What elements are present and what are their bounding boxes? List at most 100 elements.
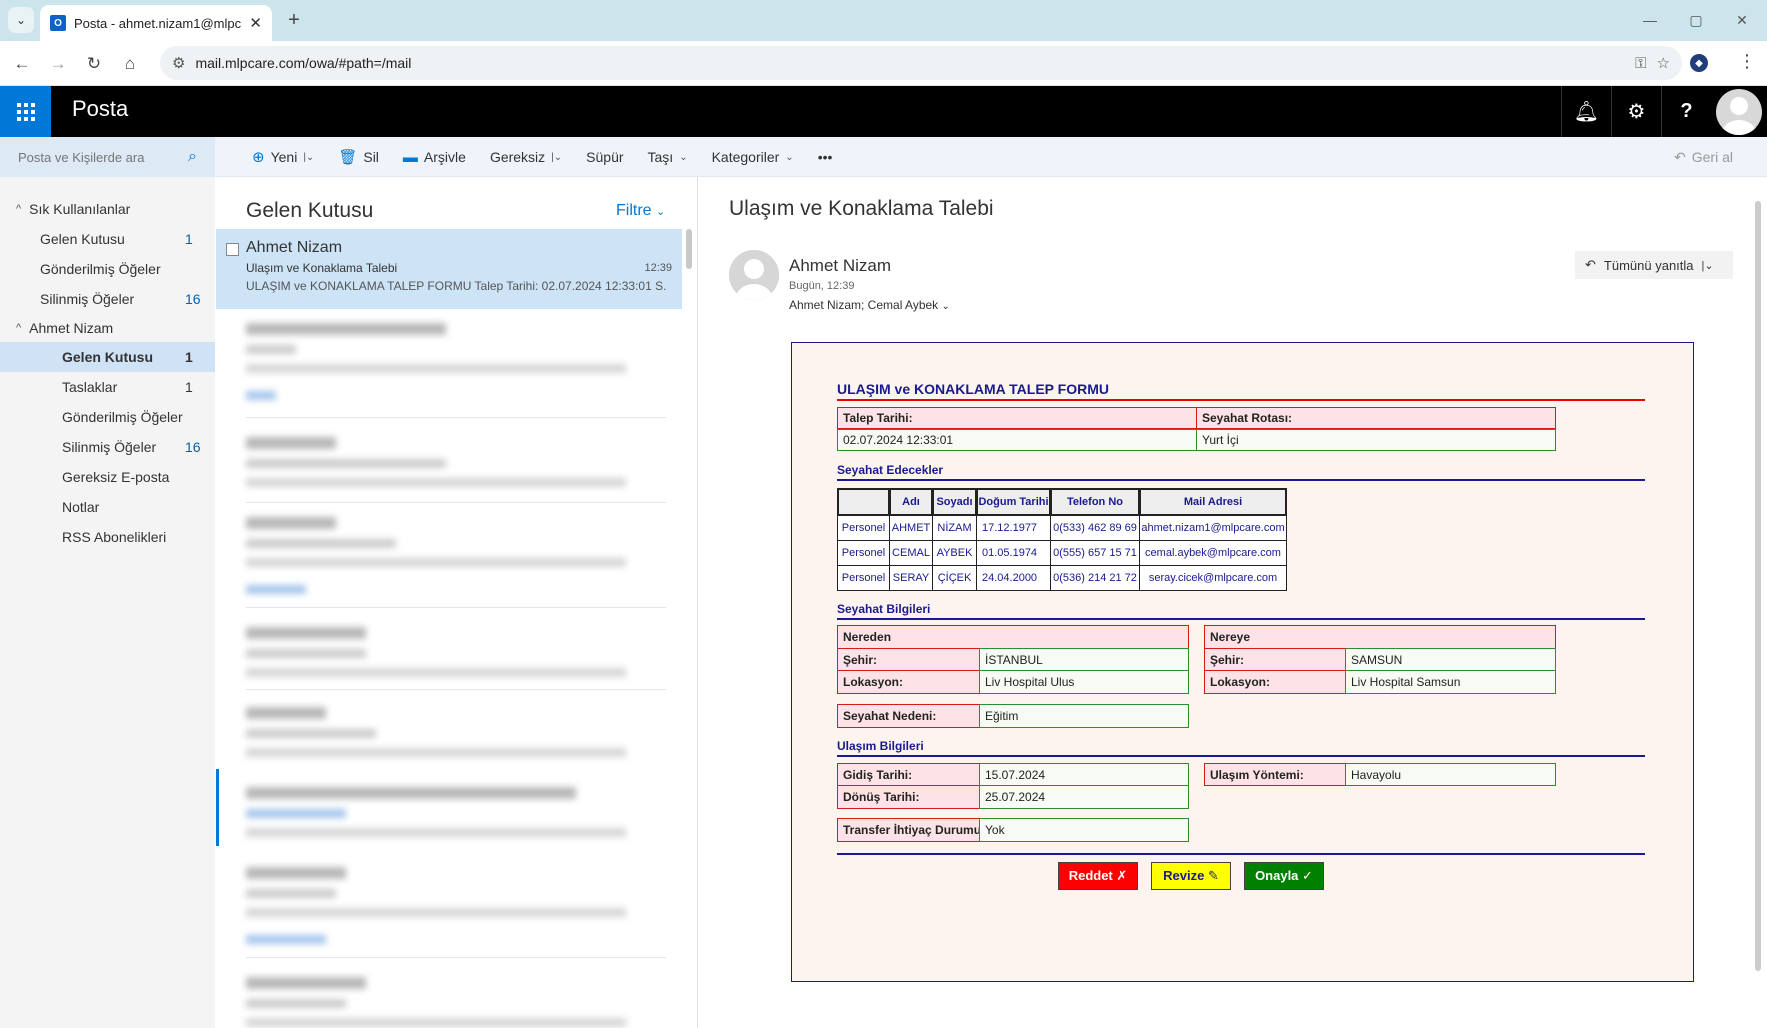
folder-item-drafts[interactable]: Taslaklar 1 <box>0 372 215 402</box>
favorites-item-inbox[interactable]: Gelen Kutusu 1 <box>0 224 215 254</box>
table-cell: 17.12.1977 <box>976 515 1051 541</box>
folder-item-deleted[interactable]: Silinmiş Öğeler 16 <box>0 432 215 462</box>
sender-avatar[interactable] <box>729 250 779 300</box>
revise-button[interactable]: Revize ✎ <box>1151 862 1231 890</box>
list-item[interactable] <box>216 423 682 503</box>
favorites-item-sent[interactable]: Gönderilmiş Öğeler <box>0 254 215 284</box>
junk-button[interactable]: Gereksiz |⌄ <box>478 137 574 177</box>
message-subject-heading: Ulaşım ve Konaklama Talebi <box>729 197 994 220</box>
recipients[interactable]: Ahmet Nizam; Cemal Aybek ⌄ <box>789 298 950 312</box>
move-button[interactable]: Taşı ⌄ <box>636 137 700 177</box>
sent-time: Bugün, 12:39 <box>789 280 855 292</box>
user-avatar[interactable] <box>1714 89 1764 135</box>
departure-value: 15.07.2024 <box>979 763 1189 786</box>
chevron-down-icon[interactable]: |⌄ <box>1702 259 1714 272</box>
filter-button[interactable]: Filtre ⌄ <box>616 202 665 220</box>
message-preview: ULAŞIM ve KONAKLAMA TALEP FORMU Talep Ta… <box>246 279 666 293</box>
table-cell[interactable]: cemal.aybek@mlpcare.com <box>1139 540 1287 566</box>
table-cell: 0(555) 657 15 71 <box>1050 540 1140 566</box>
new-tab-button[interactable]: + <box>282 8 306 32</box>
tab-search-button[interactable]: ⌄ <box>8 7 34 33</box>
browser-tab[interactable]: O Posta - ahmet.nizam1@mlpcare.com ✕ <box>40 5 272 41</box>
home-icon[interactable]: ⌂ <box>116 50 144 78</box>
account-group[interactable]: ^ Ahmet Nizam <box>0 313 215 343</box>
folder-item-rss[interactable]: RSS Abonelikleri <box>0 522 215 552</box>
chevron-down-icon[interactable]: |⌄ <box>551 152 562 163</box>
forward-icon[interactable]: → <box>44 50 72 78</box>
list-item[interactable] <box>216 613 682 693</box>
talep-tarihi-value: 02.07.2024 12:33:01 <box>837 429 1197 451</box>
nav-label: Taslaklar <box>62 379 118 395</box>
table-header: Doğum Tarihi <box>976 488 1051 516</box>
maximize-icon[interactable]: ▢ <box>1676 8 1716 32</box>
more-commands-button[interactable]: ••• <box>806 137 845 177</box>
reject-button[interactable]: Reddet ✗ <box>1058 862 1138 890</box>
sweep-button[interactable]: Süpür <box>574 137 635 177</box>
minimize-icon[interactable]: — <box>1630 8 1670 32</box>
select-checkbox[interactable] <box>226 243 239 256</box>
nav-label: Gereksiz E-posta <box>62 469 170 485</box>
sweep-label: Süpür <box>586 149 624 165</box>
help-icon[interactable]: ? <box>1661 86 1711 137</box>
reload-icon[interactable]: ↻ <box>80 50 108 78</box>
list-item-selected[interactable]: Ahmet Nizam Ulaşım ve Konaklama Talebi U… <box>216 229 682 309</box>
list-item[interactable] <box>216 693 682 773</box>
table-cell[interactable]: seray.cicek@mlpcare.com <box>1139 565 1287 591</box>
folder-item-notes[interactable]: Notlar <box>0 492 215 522</box>
site-info-icon[interactable]: ⚙ <box>172 54 185 72</box>
favorites-item-deleted[interactable]: Silinmiş Öğeler 16 <box>0 284 215 314</box>
list-item[interactable] <box>216 963 682 1028</box>
new-button[interactable]: ⊕ Yeni |⌄ <box>240 137 326 177</box>
delete-button[interactable]: 🗑︎ Sil <box>326 137 391 177</box>
favorites-group[interactable]: ^ Sık Kullanılanlar <box>0 194 215 224</box>
search-box[interactable]: ⌕ <box>0 137 215 177</box>
transport-title: Ulaşım Bilgileri <box>837 739 1645 757</box>
chevron-down-icon[interactable]: |⌄ <box>303 152 314 163</box>
reply-all-button[interactable]: ↶ Tümünü yanıtla |⌄ <box>1575 251 1733 279</box>
folder-pane: ^ Sık Kullanılanlar Gelen Kutusu 1 Gönderi… <box>0 177 215 1028</box>
command-list: ⊕ Yeni |⌄ 🗑︎ Sil ▬ Arşivle Gereksiz |⌄ Süpür … <box>240 137 844 177</box>
account-label: Ahmet Nizam <box>29 320 114 336</box>
list-divider <box>246 607 666 608</box>
archive-button[interactable]: ▬ Arşivle <box>391 137 478 177</box>
folder-item-inbox[interactable]: Gelen Kutusu 1 <box>0 342 215 372</box>
search-icon[interactable]: ⌕ <box>188 148 197 166</box>
table-header: Telefon No <box>1050 488 1140 516</box>
address-bar[interactable]: ⚙ mail.mlpcare.com/owa/#path=/mail ⚿ ☆ <box>160 46 1682 80</box>
star-icon[interactable]: ☆ <box>1657 54 1670 72</box>
list-item[interactable] <box>216 309 682 400</box>
categories-button[interactable]: Kategoriler ⌄ <box>700 137 806 177</box>
extension-icon[interactable]: ◆ <box>1690 54 1708 72</box>
table-header: Soyadı <box>932 488 977 516</box>
url-text[interactable]: mail.mlpcare.com/owa/#path=/mail <box>195 55 1625 71</box>
expand-icon[interactable]: ⌄ <box>942 301 950 312</box>
sender-name[interactable]: Ahmet Nizam <box>789 256 891 276</box>
browser-tab-bar: ⌄ O Posta - ahmet.nizam1@mlpcare.com ✕ +… <box>0 0 1767 41</box>
travelers-title: Seyahat Edecekler <box>837 463 1645 481</box>
window-close-icon[interactable]: ✕ <box>1722 8 1762 32</box>
action-divider <box>837 853 1645 855</box>
key-icon[interactable]: ⚿ <box>1635 55 1646 72</box>
gear-icon[interactable]: ⚙ <box>1611 86 1661 137</box>
bell-icon[interactable]: 🔔︎ <box>1561 86 1611 137</box>
list-item[interactable] <box>216 503 682 594</box>
table-cell[interactable]: ahmet.nizam1@mlpcare.com <box>1139 515 1287 541</box>
chevron-up-icon: ^ <box>16 322 22 334</box>
approve-button[interactable]: Onayla ✓ <box>1244 862 1324 890</box>
move-label: Taşı <box>647 149 674 165</box>
more-vert-icon[interactable]: ⋮ <box>1738 51 1756 72</box>
search-input[interactable] <box>18 149 183 165</box>
list-item[interactable] <box>216 853 682 944</box>
undo-button[interactable]: ↶ Geri al <box>1674 149 1733 166</box>
plus-circle-icon: ⊕ <box>252 149 265 166</box>
folder-item-sent[interactable]: Gönderilmiş Öğeler <box>0 402 215 432</box>
back-icon[interactable]: ← <box>8 50 36 78</box>
app-launcher-button[interactable] <box>0 86 51 137</box>
to-city-value: SAMSUN <box>1345 648 1556 671</box>
folder-item-junk[interactable]: Gereksiz E-posta <box>0 462 215 492</box>
close-icon[interactable]: ✕ <box>249 14 262 32</box>
table-cell: AHMET <box>889 515 933 541</box>
list-scrollbar[interactable] <box>686 229 692 269</box>
list-item[interactable] <box>216 773 682 853</box>
reading-scrollbar[interactable] <box>1755 201 1761 971</box>
